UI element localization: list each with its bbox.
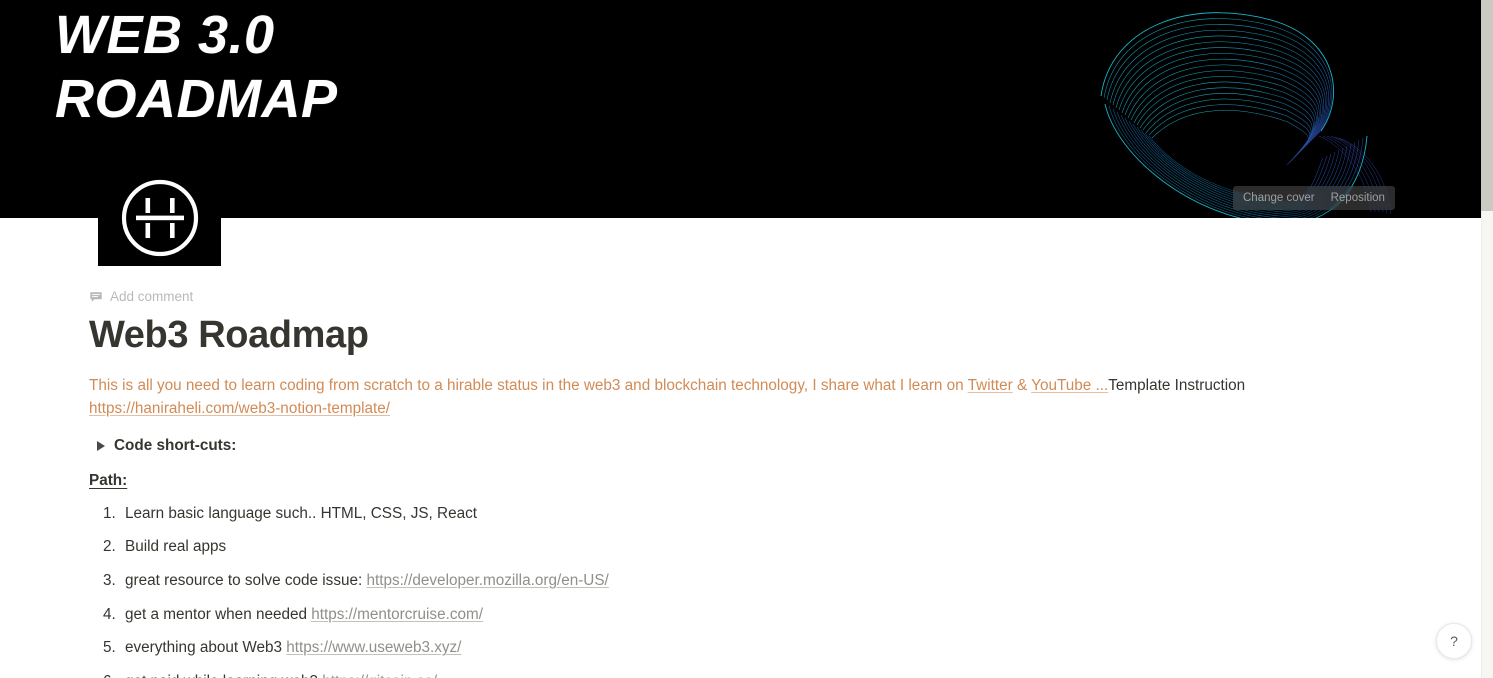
page-icon[interactable] — [98, 170, 221, 266]
step-text: everything about Web3 — [125, 639, 287, 657]
step-text: Learn basic language such.. HTML, CSS, J… — [125, 504, 478, 522]
add-comment-label: Add comment — [110, 289, 194, 304]
reposition-button[interactable]: Reposition — [1323, 186, 1393, 210]
list-item[interactable]: get paid while learning web3 https://git… — [120, 672, 1441, 678]
step-text: Build real apps — [125, 538, 227, 556]
description-text-part1: This is all you need to learn coding fro… — [89, 376, 968, 394]
list-item[interactable]: Learn basic language such.. HTML, CSS, J… — [120, 504, 1441, 525]
step-link-mdn[interactable]: https://developer.mozilla.org/en-US/ — [366, 572, 608, 589]
step-text: get paid while learning web3 — [125, 673, 322, 678]
toggle-code-shortcuts[interactable]: Code short-cuts: — [89, 437, 1441, 455]
vertical-scrollbar-track[interactable] — [1481, 0, 1493, 678]
vertical-scrollbar-thumb[interactable] — [1481, 0, 1493, 211]
twitter-link[interactable]: Twitter — [968, 377, 1013, 394]
triangle-right-icon[interactable] — [97, 440, 105, 451]
list-item[interactable]: everything about Web3 https://www.useweb… — [120, 638, 1441, 659]
cover-title-text: WEB 3.0 ROADMAP — [55, 5, 338, 129]
template-instruction-label: Template Instruction — [1108, 376, 1246, 394]
template-url-link[interactable]: https://haniraheli.com/web3-notion-templ… — [89, 398, 390, 421]
list-item[interactable]: get a mentor when needed https://mentorc… — [120, 605, 1441, 626]
step-link-useweb3[interactable]: https://www.useweb3.xyz/ — [286, 639, 461, 656]
change-cover-button[interactable]: Change cover — [1235, 186, 1323, 210]
page-description: This is all you need to learn coding fro… — [89, 375, 1441, 421]
list-item[interactable]: great resource to solve code issue: http… — [120, 571, 1441, 592]
page-cover[interactable]: WEB 3.0 ROADMAP Change cover Reposition — [0, 0, 1481, 218]
notion-page: WEB 3.0 ROADMAP Change cover Reposition … — [0, 0, 1493, 678]
path-heading: Path: — [89, 471, 128, 489]
step-text: great resource to solve code issue: — [125, 571, 367, 589]
step-link-gitcoin[interactable]: https://gitcoin.co/ — [322, 673, 437, 678]
cover-action-buttons: Change cover Reposition — [1233, 186, 1395, 210]
circle-h-glyph-icon — [121, 179, 198, 257]
page-title[interactable]: Web3 Roadmap — [89, 314, 1441, 357]
help-button[interactable]: ? — [1436, 623, 1472, 659]
toggle-label: Code short-cuts: — [114, 436, 237, 454]
description-ellipsis[interactable]: ... — [1091, 377, 1109, 394]
path-step-list: Learn basic language such.. HTML, CSS, J… — [89, 504, 1441, 678]
youtube-link[interactable]: YouTube — [1031, 377, 1091, 394]
add-comment-button[interactable]: Add comment — [89, 289, 193, 304]
page-content: Add comment Web3 Roadmap This is all you… — [0, 218, 1481, 678]
list-item[interactable]: Build real apps — [120, 537, 1441, 558]
comment-bubble-icon — [90, 291, 102, 302]
step-link-mentorcruise[interactable]: https://mentorcruise.com/ — [311, 606, 483, 623]
step-text: get a mentor when needed — [125, 605, 312, 623]
description-ampersand: & — [1012, 376, 1032, 394]
